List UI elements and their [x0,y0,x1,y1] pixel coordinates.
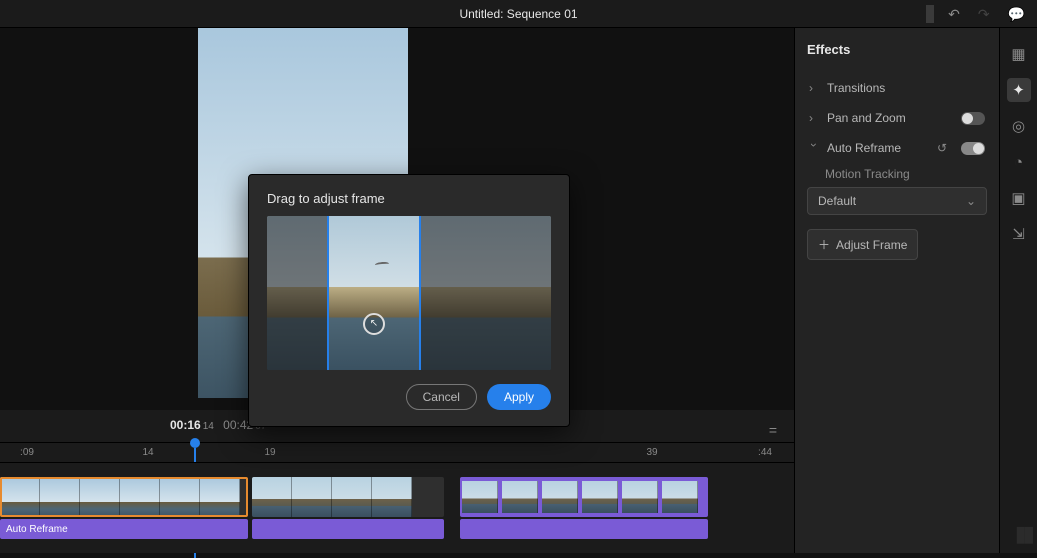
fx-track[interactable]: Auto Reframe [0,519,794,539]
titlebar: Untitled: Sequence 01 ↶ ↷ 💬 [0,0,1037,28]
ruler-tick: 19 [264,447,275,458]
transitions-label: Transitions [827,81,885,95]
chevron-right-icon: › [809,81,819,95]
auto-reframe-toggle[interactable] [961,142,985,155]
adjust-frame-dialog: Drag to adjust frame ↖ Cancel Apply [248,174,570,427]
document-title: Untitled: Sequence 01 [459,7,577,21]
chevron-down-icon: › [807,143,821,153]
timeline[interactable]: Auto Reframe [0,462,794,553]
pause-icon: ▮▮ [1015,521,1031,547]
effects-icon[interactable]: ✦ [1007,78,1031,102]
dialog-title: Drag to adjust frame [249,175,569,216]
ruler-tick: :09 [20,447,34,458]
reset-icon[interactable]: ↺ [937,141,947,155]
plus-icon: ＋ [818,236,830,253]
chat-icon[interactable]: 💬 [1004,4,1029,25]
playhead-knob[interactable] [190,438,200,448]
right-toolstrip: ▦ ✦ ◎ ◔ ▣ ⇲ [999,28,1037,553]
pan-and-zoom-toggle[interactable] [961,112,985,125]
divider [926,5,934,23]
speed-icon[interactable]: ◔ [1007,150,1031,174]
reframe-handle[interactable]: ↖ [327,216,421,370]
dim-left [267,216,327,370]
redo-icon[interactable]: ↷ [974,4,994,25]
fx-clip[interactable]: Auto Reframe [0,519,248,539]
video-clip[interactable] [460,477,708,517]
time-ruler[interactable]: :09 14 19 39 :44 [0,442,794,462]
motion-tracking-select[interactable]: Default ⌄ [807,187,987,215]
video-track[interactable] [0,477,794,517]
pan-and-zoom-label: Pan and Zoom [827,111,906,125]
ruler-tick: 14 [142,447,153,458]
adjust-frame-button[interactable]: ＋ Adjust Frame [807,229,918,260]
chevron-right-icon: › [809,111,819,125]
dialog-preview[interactable]: ↖ [267,216,551,370]
dim-right [421,216,551,370]
auto-reframe-label: Auto Reframe [827,141,901,155]
motion-tracking-value: Default [818,194,856,208]
fx-clip-label: Auto Reframe [6,524,68,535]
adjust-frame-label: Adjust Frame [836,238,907,252]
cursor-icon: ↖ [363,313,385,335]
cancel-button[interactable]: Cancel [406,384,477,410]
crop-icon[interactable]: ▣ [1007,186,1031,210]
undo-icon[interactable]: ↶ [944,4,964,25]
motion-tracking-label: Motion Tracking [807,163,987,187]
timecode-current-frames: 14 [203,421,214,432]
transform-icon[interactable]: ⇲ [1007,222,1031,246]
apply-button[interactable]: Apply [487,384,551,410]
timeline-menu-icon[interactable]: = [769,422,778,438]
effects-panel-title: Effects [807,42,987,57]
chevron-down-icon: ⌄ [966,194,976,208]
properties-icon[interactable]: ▦ [1007,42,1031,66]
ruler-tick: :44 [758,447,772,458]
video-clip[interactable] [0,477,248,517]
accordion-transitions[interactable]: › Transitions [807,73,987,103]
video-clip[interactable] [252,477,444,517]
fx-clip[interactable] [460,519,708,539]
fx-clip[interactable] [252,519,444,539]
timecode-current: 00:16 [170,418,201,432]
ruler-tick: 39 [646,447,657,458]
accordion-pan-and-zoom[interactable]: › Pan and Zoom [807,103,987,133]
color-icon[interactable]: ◎ [1007,114,1031,138]
effects-panel: Effects › Transitions › Pan and Zoom › A… [794,28,999,553]
accordion-auto-reframe[interactable]: › Auto Reframe ↺ [807,133,987,163]
